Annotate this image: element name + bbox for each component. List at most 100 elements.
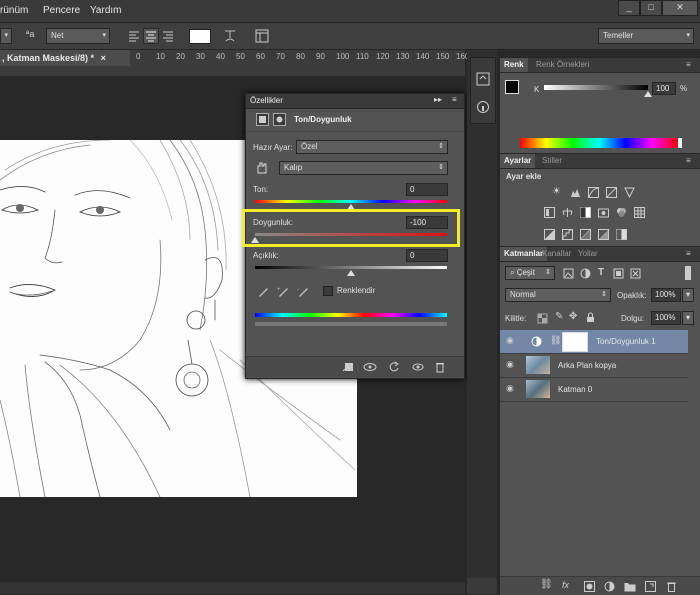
levels-icon[interactable]: [570, 187, 581, 198]
font-size-dropdown[interactable]: ▾: [0, 28, 12, 44]
eyedropper-plus-icon[interactable]: +: [277, 285, 289, 297]
warp-text-icon[interactable]: [222, 28, 238, 44]
tab-adjustments[interactable]: Ayarlar: [500, 154, 536, 168]
text-color-swatch[interactable]: [189, 29, 211, 44]
new-adjustment-icon[interactable]: [604, 581, 615, 592]
preset-dropdown[interactable]: Özel ⇕: [296, 140, 448, 154]
opacity-input[interactable]: 100%: [651, 288, 681, 302]
tab-channels[interactable]: Kanallar: [538, 247, 575, 261]
eye-icon[interactable]: ◉: [506, 336, 516, 345]
k-slider-thumb[interactable]: [644, 91, 652, 97]
layer-row-hue-saturation[interactable]: ◉ ⛓ Ton/Doygunluk 1: [500, 330, 688, 354]
targeted-adjustment-hand-icon[interactable]: [255, 160, 269, 174]
trash-icon[interactable]: [434, 361, 446, 373]
info-icon[interactable]: [476, 100, 490, 114]
lightness-slider-thumb[interactable]: [347, 270, 355, 276]
close-window-button[interactable]: ✕: [662, 0, 698, 16]
fill-input[interactable]: 100%: [651, 311, 681, 325]
saturation-slider-thumb[interactable]: [251, 237, 259, 243]
brightness-contrast-icon[interactable]: ☀: [552, 186, 563, 197]
exposure-icon[interactable]: [606, 187, 617, 198]
lightness-slider-track[interactable]: [255, 266, 447, 269]
clip-to-layer-icon[interactable]: [342, 361, 354, 373]
smart-object-filter-icon[interactable]: [630, 268, 641, 279]
color-balance-icon[interactable]: [562, 207, 573, 218]
saturation-input[interactable]: -100: [406, 216, 448, 229]
threshold-icon[interactable]: [580, 229, 591, 240]
color-lookup-icon[interactable]: [634, 207, 645, 218]
workspace-dropdown[interactable]: Temeller ▾: [598, 28, 694, 44]
saturation-slider-track[interactable]: [255, 233, 447, 236]
align-left-button[interactable]: [126, 28, 142, 44]
posterize-icon[interactable]: [562, 229, 573, 240]
menu-help[interactable]: Yardım: [90, 5, 122, 16]
blend-mode-dropdown[interactable]: Normal ⇕: [505, 288, 611, 302]
character-panel-icon[interactable]: [255, 29, 269, 43]
document-tab[interactable]: , Katman Maskesi/8) * ×: [0, 50, 130, 66]
tab-color[interactable]: Renk: [500, 58, 528, 72]
photo-filter-icon[interactable]: [598, 207, 609, 218]
lock-position-icon[interactable]: ✥: [569, 311, 580, 322]
fx-icon[interactable]: fx: [562, 580, 569, 590]
foreground-color-swatch[interactable]: [505, 80, 519, 94]
filter-kind-dropdown[interactable]: ⌕ Çeşit ⇕: [505, 266, 555, 280]
hue-saturation-icon[interactable]: [544, 207, 555, 218]
lightness-input[interactable]: 0: [406, 249, 448, 262]
channel-dropdown[interactable]: Kalıp ⇕: [279, 161, 448, 175]
align-right-button[interactable]: [160, 28, 176, 44]
opacity-dropdown[interactable]: ▾: [682, 288, 694, 302]
vibrance-icon[interactable]: [624, 187, 635, 198]
pixel-filter-icon[interactable]: [563, 268, 574, 279]
link-icon[interactable]: ⛓: [550, 335, 561, 346]
adjustment-filter-icon[interactable]: [580, 268, 591, 279]
close-document-icon[interactable]: ×: [101, 53, 106, 63]
eyedropper-icon[interactable]: [257, 285, 269, 297]
collapse-panel-icon[interactable]: ▸▸: [434, 95, 442, 104]
curves-icon[interactable]: [588, 187, 599, 198]
lock-pixels-icon[interactable]: ✎: [555, 311, 566, 322]
eye-icon[interactable]: ◉: [506, 360, 516, 369]
trash-icon[interactable]: [666, 581, 677, 592]
new-layer-icon[interactable]: [645, 581, 656, 592]
channel-mixer-icon[interactable]: [616, 207, 627, 218]
eyedropper-minus-icon[interactable]: -: [297, 285, 309, 297]
tab-paths[interactable]: Yollar: [574, 247, 602, 261]
mask-icon[interactable]: [273, 113, 286, 126]
align-center-button[interactable]: [143, 28, 159, 44]
colorize-checkbox[interactable]: [323, 286, 333, 296]
k-slider-track[interactable]: [544, 85, 648, 90]
invert-icon[interactable]: [544, 229, 555, 240]
layer-row-layer-0[interactable]: ◉ Katman 0: [500, 378, 688, 402]
visibility-eye-icon[interactable]: [412, 361, 424, 373]
selective-color-icon[interactable]: [616, 229, 627, 240]
layer-mask-thumbnail[interactable]: [562, 332, 588, 352]
color-spectrum-ramp[interactable]: [520, 138, 678, 148]
horizontal-scrollbar[interactable]: [0, 582, 465, 594]
reset-icon[interactable]: [388, 361, 400, 373]
black-white-icon[interactable]: [580, 207, 591, 218]
lock-all-icon[interactable]: [585, 312, 596, 323]
maximize-button[interactable]: □: [640, 0, 662, 16]
panel-menu-icon[interactable]: ≡: [682, 154, 695, 168]
link-layers-icon[interactable]: ⛓: [540, 579, 553, 590]
fill-dropdown[interactable]: ▾: [682, 311, 694, 325]
hue-input[interactable]: 0: [406, 183, 448, 196]
anti-alias-dropdown[interactable]: Net ▾: [46, 28, 110, 44]
k-value-input[interactable]: 100: [652, 82, 676, 95]
lock-transparent-icon[interactable]: [537, 313, 548, 324]
menu-window[interactable]: Pencere: [43, 5, 80, 16]
layer-row-background-copy[interactable]: ◉ Arka Plan kopya: [500, 354, 688, 378]
panel-menu-icon[interactable]: ≡: [682, 247, 695, 261]
add-mask-icon[interactable]: [584, 581, 595, 592]
folder-icon[interactable]: [624, 581, 636, 592]
menu-view[interactable]: rünüm: [0, 5, 28, 16]
type-filter-icon[interactable]: T: [598, 267, 609, 278]
hue-slider-track[interactable]: [255, 200, 447, 203]
panel-menu-icon[interactable]: ≡: [682, 58, 695, 72]
minimize-button[interactable]: _: [618, 0, 640, 16]
eye-icon[interactable]: ◉: [506, 384, 516, 393]
shape-filter-icon[interactable]: [613, 268, 624, 279]
white-ramp-swatch[interactable]: [678, 138, 682, 148]
filter-toggle-switch[interactable]: [685, 266, 691, 280]
view-previous-icon[interactable]: [363, 361, 377, 373]
